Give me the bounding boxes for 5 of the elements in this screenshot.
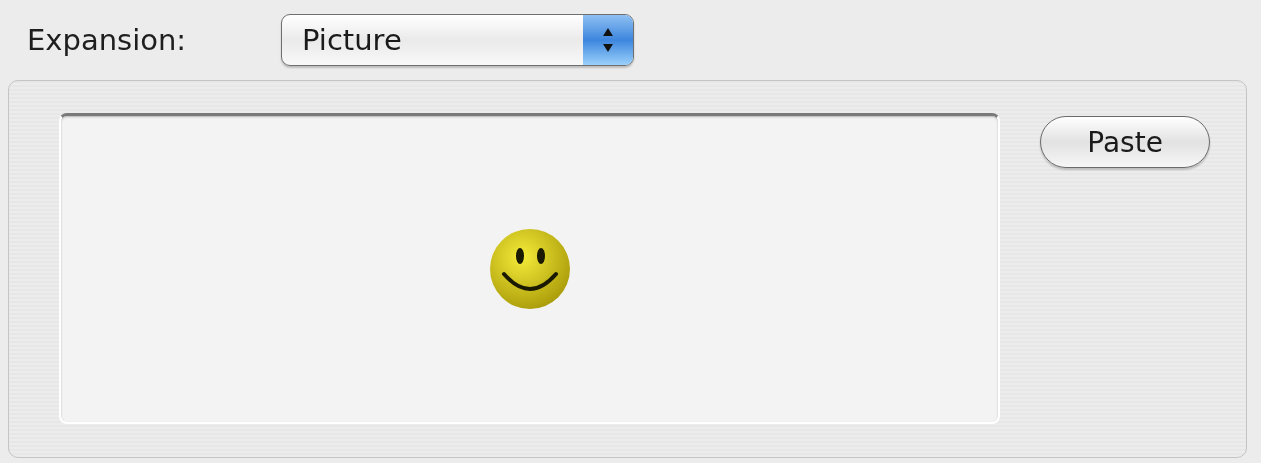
expansion-dropdown[interactable]: Picture (281, 14, 634, 66)
stepper-arrows-icon (602, 27, 614, 53)
expansion-label: Expansion: (27, 23, 188, 57)
smiley-icon (488, 228, 571, 310)
paste-button[interactable]: Paste (1040, 116, 1210, 168)
